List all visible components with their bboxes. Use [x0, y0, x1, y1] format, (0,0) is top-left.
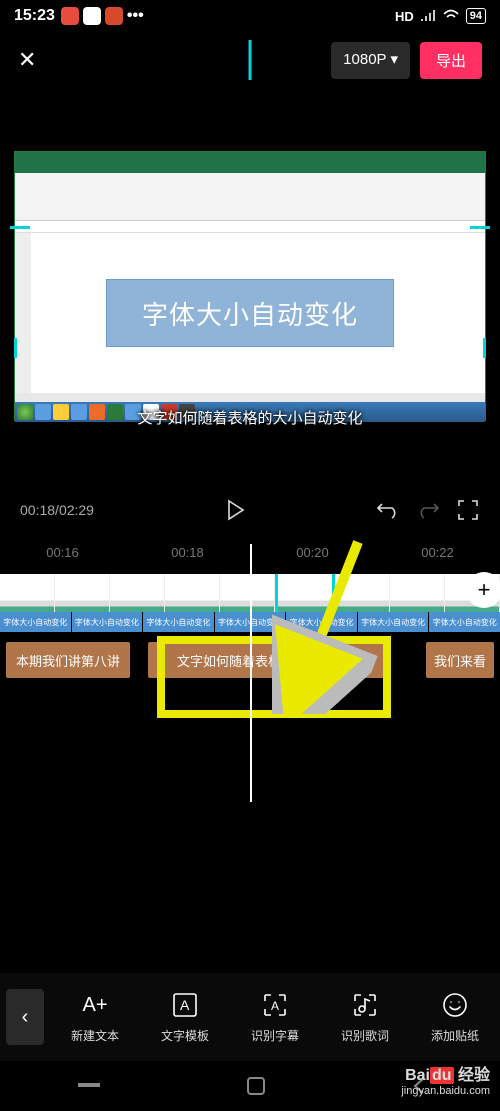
add-clip-button[interactable]: +	[466, 572, 500, 608]
guide-right	[470, 226, 490, 229]
template-icon: A	[170, 990, 200, 1020]
signal-icon	[420, 9, 436, 23]
nav-recent[interactable]	[73, 1076, 101, 1096]
app-icon-2	[83, 7, 101, 25]
text-template-button[interactable]: A 文字模板	[140, 990, 230, 1044]
export-button[interactable]: 导出	[420, 42, 482, 79]
svg-text:A: A	[180, 997, 190, 1013]
status-bar: 15:23 ••• HD 94	[0, 0, 500, 32]
clock: 15:23	[14, 7, 55, 25]
ruler-tick: 00:22	[421, 545, 454, 560]
guide-br	[483, 338, 486, 358]
excel-text-box: 字体大小自动变化	[106, 279, 394, 347]
text-clip[interactable]: 本期我们讲第八讲	[6, 642, 130, 678]
redo-button[interactable]	[416, 498, 440, 522]
ruler-tick: 00:20	[296, 545, 329, 560]
back-button[interactable]: ‹	[6, 989, 44, 1045]
timeline[interactable]: + 字体大小自动变化 字体大小自动变化 字体大小自动变化 字体大小自动变化 字体…	[0, 574, 500, 804]
video-preview[interactable]: 字体大小自动变化 文字如何随着表格的大小自动变化	[0, 88, 500, 484]
bottom-toolbar: ‹ A+ 新建文本 A 文字模板 A 识别字幕 识别歌词 添加贴纸	[0, 973, 500, 1061]
text-icon: A+	[80, 990, 110, 1020]
wifi-icon	[442, 9, 460, 23]
recognize-lyrics-button[interactable]: 识别歌词	[320, 990, 410, 1044]
playback-controls: 00:18/02:29	[0, 484, 500, 536]
resolution-button[interactable]: 1080P ▾	[331, 42, 410, 79]
top-toolbar: ✕ 1080P ▾ 导出	[0, 32, 500, 88]
new-text-button[interactable]: A+ 新建文本	[50, 990, 140, 1044]
recognize-subtitle-button[interactable]: A 识别字幕	[230, 990, 320, 1044]
sticker-icon	[440, 990, 470, 1020]
play-button[interactable]	[223, 498, 247, 522]
close-button[interactable]: ✕	[18, 47, 36, 73]
preview-frame: 字体大小自动变化	[14, 151, 486, 421]
text-clip[interactable]: 我们来看	[426, 642, 494, 678]
undo-button[interactable]	[376, 498, 400, 522]
hd-icon: HD	[395, 9, 414, 24]
guide-left	[10, 226, 30, 229]
text-clip-selected[interactable]: 文字如何随着表格的大小自动变	[148, 642, 388, 678]
more-dots: •••	[127, 7, 144, 25]
ruler-tick: 00:18	[171, 545, 204, 560]
lyrics-icon	[350, 990, 380, 1020]
guide-bl	[14, 338, 17, 358]
app-icon-3	[105, 7, 123, 25]
time-display: 00:18/02:29	[20, 502, 94, 518]
watermark: Baidu 经验 jingyan.baidu.com	[401, 1061, 490, 1097]
playhead[interactable]	[250, 544, 252, 802]
battery-icon: 94	[466, 8, 486, 24]
center-marker	[249, 40, 252, 80]
subtitle-text: 文字如何随着表格的大小自动变化	[137, 407, 362, 428]
svg-text:A: A	[271, 999, 279, 1013]
fullscreen-button[interactable]	[456, 498, 480, 522]
subtitle-icon: A	[260, 990, 290, 1020]
nav-home[interactable]	[246, 1076, 266, 1096]
ruler-tick: 00:16	[46, 545, 79, 560]
add-sticker-button[interactable]: 添加贴纸	[410, 990, 500, 1044]
app-icon-1	[61, 7, 79, 25]
